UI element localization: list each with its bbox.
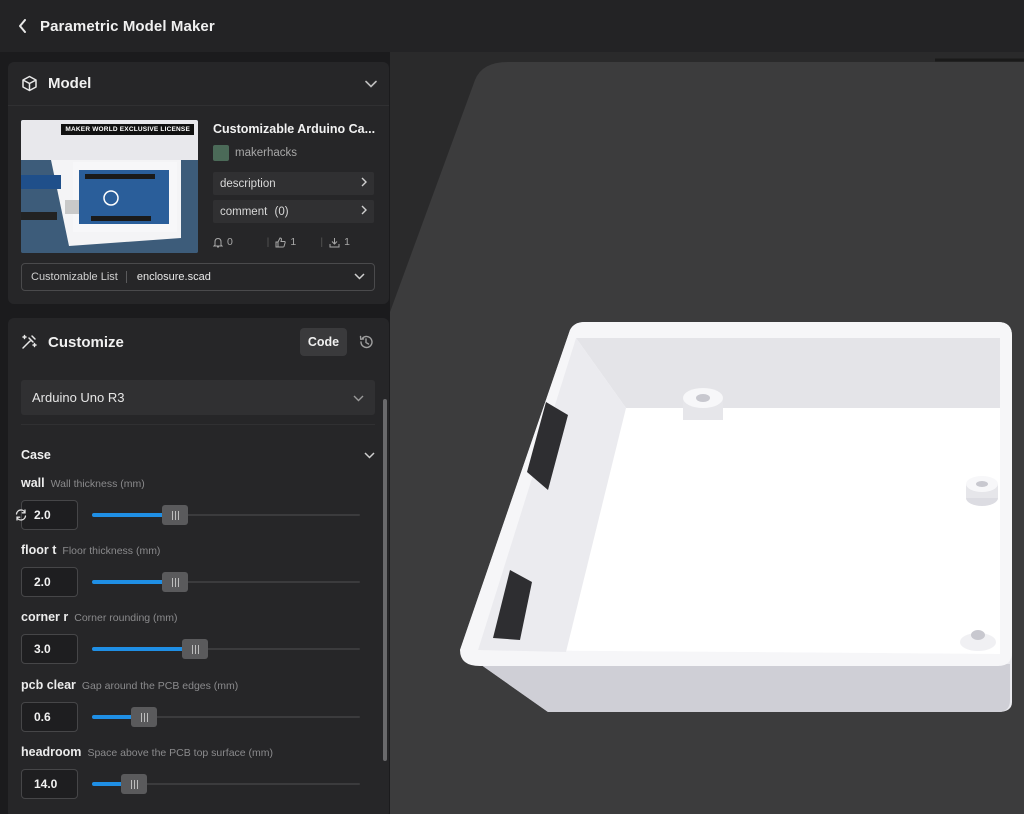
license-badge: MAKER WORLD EXCLUSIVE LICENSE xyxy=(61,124,194,135)
chevron-down-icon xyxy=(354,271,365,283)
like-stat[interactable]: | 1 xyxy=(267,236,321,248)
author[interactable]: makerhacks xyxy=(213,145,297,161)
description-label: description xyxy=(220,177,276,190)
chevron-down-icon xyxy=(353,390,364,405)
code-button[interactable]: Code xyxy=(300,328,347,356)
param-slider[interactable] xyxy=(92,639,360,659)
param-headroom: headroom Space above the PCB top surface … xyxy=(21,745,371,807)
param-slider[interactable] xyxy=(92,774,360,794)
param-description: Wall thickness (mm) xyxy=(50,478,145,490)
bell-icon xyxy=(213,237,223,247)
cube-icon xyxy=(20,75,38,93)
chevron-right-icon xyxy=(361,177,367,190)
customize-panel: Customize Code Arduino Uno R3 Case wall W… xyxy=(8,318,389,814)
slider-thumb[interactable] xyxy=(162,505,188,525)
customize-panel-title: Customize xyxy=(48,333,124,351)
slider-fill xyxy=(92,580,166,584)
divider xyxy=(21,424,375,425)
chevron-down-icon[interactable] xyxy=(365,75,377,93)
param-name: pcb clear xyxy=(21,678,76,692)
case-section-title: Case xyxy=(21,448,51,462)
description-link[interactable]: description xyxy=(213,172,374,195)
slider-fill xyxy=(92,647,186,651)
param-slider[interactable] xyxy=(92,707,360,727)
download-count: 1 xyxy=(344,236,350,248)
model-name[interactable]: Customizable Arduino Ca... xyxy=(213,122,378,136)
back-chevron-icon[interactable] xyxy=(14,16,30,36)
param-corner-r: corner r Corner rounding (mm) 3.0 xyxy=(21,610,371,672)
comment-link[interactable]: comment (0) xyxy=(213,200,374,223)
param-name: corner r xyxy=(21,610,69,624)
param-name: wall xyxy=(21,476,45,490)
model-stats: 0 | 1 | 1 xyxy=(213,236,374,248)
author-name: makerhacks xyxy=(235,147,297,159)
param-description: Floor thickness (mm) xyxy=(62,545,161,557)
slider-thumb[interactable] xyxy=(131,707,157,727)
reset-icon[interactable] xyxy=(12,506,30,524)
thumbs-up-icon xyxy=(275,236,287,247)
boost-stat[interactable]: 0 xyxy=(213,236,267,248)
slider-thumb[interactable] xyxy=(182,639,208,659)
customize-icon xyxy=(20,333,38,351)
history-icon[interactable] xyxy=(355,331,377,353)
param-description: Corner rounding (mm) xyxy=(74,612,178,624)
model-panel-title: Model xyxy=(48,75,92,92)
param-description: Gap around the PCB edges (mm) xyxy=(81,680,239,692)
param-name: headroom xyxy=(21,745,82,759)
chevron-right-icon xyxy=(361,205,367,218)
app-title: Parametric Model Maker xyxy=(40,17,215,35)
download-icon xyxy=(329,237,340,247)
slider-thumb[interactable] xyxy=(121,774,147,794)
param-value-input[interactable]: 2.0 xyxy=(21,567,78,597)
model-panel: Model MAKER WORLD EXCLUSIVE LICENSE Cust… xyxy=(8,62,389,304)
param-value-input[interactable]: 0.6 xyxy=(21,702,78,732)
avatar xyxy=(213,145,229,161)
param-wall: wall Wall thickness (mm) 2.0 xyxy=(15,476,371,538)
customizable-list-label: Customizable List xyxy=(31,271,127,283)
slider-thumb[interactable] xyxy=(162,572,188,592)
param-pcb-clear: pcb clear Gap around the PCB edges (mm) 0… xyxy=(21,678,371,740)
scrollbar[interactable] xyxy=(383,399,387,761)
model-panel-header[interactable]: Model xyxy=(8,62,389,106)
param-slider[interactable] xyxy=(92,505,360,525)
boost-count: 0 xyxy=(227,236,233,248)
comment-count: (0) xyxy=(274,205,289,218)
param-value-input[interactable]: 14.0 xyxy=(21,769,78,799)
top-bar: Parametric Model Maker xyxy=(0,0,1024,52)
preset-select[interactable]: Arduino Uno R3 xyxy=(21,380,375,415)
param-value-input[interactable]: 3.0 xyxy=(21,634,78,664)
param-description: Space above the PCB top surface (mm) xyxy=(87,747,274,759)
preset-value: Arduino Uno R3 xyxy=(32,390,125,405)
chevron-down-icon xyxy=(364,446,375,464)
enclosure-3d-preview[interactable] xyxy=(390,52,1024,814)
slider-fill xyxy=(92,715,135,719)
download-stat[interactable]: | 1 xyxy=(320,236,374,248)
case-section-header[interactable]: Case xyxy=(21,446,375,464)
param-floor-t: floor t Floor thickness (mm) 2.0 xyxy=(21,543,371,605)
model-thumbnail[interactable]: MAKER WORLD EXCLUSIVE LICENSE xyxy=(21,120,198,253)
customize-panel-header: Customize Code xyxy=(8,318,389,366)
like-count: 1 xyxy=(290,236,297,248)
slider-fill xyxy=(92,513,166,517)
comment-label: comment xyxy=(220,205,268,218)
customizable-list-value: enclosure.scad xyxy=(136,271,211,283)
3d-viewport[interactable] xyxy=(390,52,1024,814)
param-name: floor t xyxy=(21,543,57,557)
param-slider[interactable] xyxy=(92,572,360,592)
customizable-list-select[interactable]: Customizable List enclosure.scad xyxy=(21,263,375,291)
